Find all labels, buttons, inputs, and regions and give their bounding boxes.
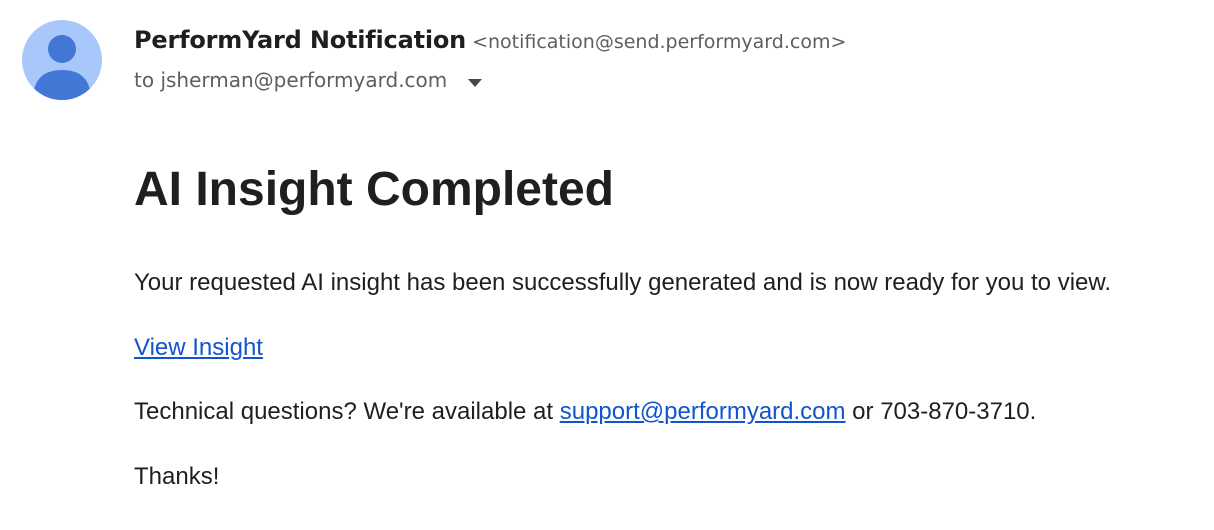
person-icon: [22, 20, 102, 100]
message-title: AI Insight Completed: [134, 163, 614, 216]
sender-avatar[interactable]: [22, 20, 102, 100]
recipient-email: jsherman@performyard.com: [160, 68, 448, 92]
cta-paragraph: View Insight: [134, 333, 263, 363]
closing-text: Thanks!: [134, 463, 220, 490]
sender-email: <notification@send.performyard.com>: [472, 31, 847, 53]
sender-name[interactable]: PerformYard Notification: [134, 26, 466, 54]
support-paragraph: Technical questions? We're available at …: [134, 397, 1036, 427]
sender-line: PerformYard Notification <notification@se…: [134, 24, 846, 60]
support-email-link[interactable]: support@performyard.com: [560, 398, 846, 425]
recipient-prefix: to: [134, 68, 155, 92]
support-text-after: or 703-870-3710.: [845, 398, 1037, 425]
intro-text: Your requested AI insight has been succe…: [134, 269, 1112, 296]
view-insight-link[interactable]: View Insight: [134, 334, 263, 361]
support-text-before: Technical questions? We're available at: [134, 398, 560, 425]
caret-down-icon[interactable]: [467, 64, 482, 96]
recipient-details-toggle[interactable]: to jsherman@performyard.com: [134, 64, 482, 96]
email-header: PerformYard Notification <notification@se…: [0, 0, 1214, 110]
